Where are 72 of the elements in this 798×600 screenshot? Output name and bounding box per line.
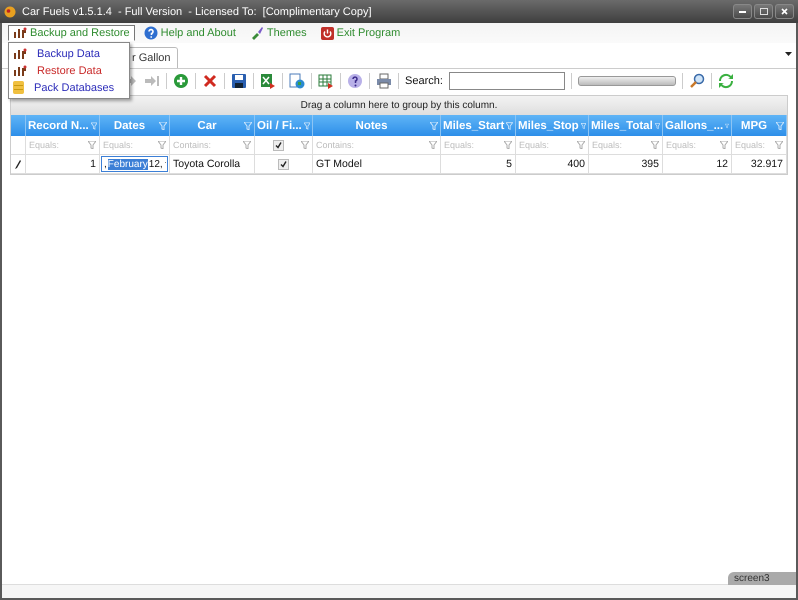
column-header[interactable]: Notes: [313, 115, 441, 136]
filter-field[interactable]: Equals:: [519, 140, 575, 150]
minimize-icon: [739, 10, 746, 12]
table-cell: 1: [26, 155, 100, 174]
app-icon: [4, 6, 16, 18]
filter-field[interactable]: Equals:: [444, 140, 502, 150]
save-icon[interactable]: [231, 73, 247, 89]
filter-field[interactable]: Equals:: [735, 140, 773, 150]
printer-icon[interactable]: [376, 73, 392, 89]
column-header[interactable]: MPG: [732, 115, 787, 136]
filter-icon[interactable]: [429, 141, 437, 149]
column-header[interactable]: Miles_Stop: [516, 115, 589, 136]
filter-field[interactable]: Equals:: [29, 140, 86, 150]
add-icon[interactable]: [173, 73, 189, 89]
table-cell: 32.917: [732, 155, 787, 174]
menu-item[interactable]: Exit Program: [316, 24, 406, 42]
column-header[interactable]: Gallons_...: [663, 115, 732, 136]
column-header[interactable]: Record N...: [26, 115, 100, 136]
table-cell: 395: [589, 155, 663, 174]
filter-icon[interactable]: [504, 141, 512, 149]
help-icon: [144, 26, 158, 40]
filter-icon[interactable]: [243, 141, 251, 149]
search-label: Search:: [405, 75, 443, 87]
table-cell: 400: [516, 155, 589, 174]
window-title: Car Fuels v1.5.1.4 - Full Version - Licensed To: [Complimentary Copy]: [22, 6, 372, 18]
filter-icon[interactable]: [88, 141, 96, 149]
brush-icon: [250, 26, 264, 40]
filter-icon[interactable]: [158, 141, 166, 149]
table-cell: 5: [441, 155, 516, 174]
dropdown-item[interactable]: Pack Databases: [9, 79, 129, 96]
maximize-button[interactable]: [754, 4, 773, 19]
column-header[interactable]: Miles_Total: [589, 115, 663, 136]
menu-item[interactable]: Backup and Restore: [8, 25, 135, 41]
search-icon[interactable]: [688, 73, 705, 89]
close-icon: [781, 8, 788, 15]
filter-icon[interactable]: [720, 141, 728, 149]
menu-item[interactable]: Help and About: [138, 24, 241, 42]
search-field[interactable]: [448, 72, 565, 90]
date-picker-field[interactable]: ,February12,: [101, 156, 168, 172]
filter-field[interactable]: Equals:: [592, 140, 649, 150]
table-cell: GT Model: [313, 155, 441, 174]
row-checkbox[interactable]: [278, 158, 289, 170]
group-panel-hint: Drag a column here to group by this column.: [300, 100, 498, 111]
filter-field[interactable]: Equals:: [103, 140, 156, 150]
screen-tab[interactable]: screen3: [728, 572, 796, 585]
column-header[interactable]: Dates: [100, 115, 170, 136]
filter-field[interactable]: Contains:: [173, 140, 241, 150]
help-icon[interactable]: [347, 73, 363, 89]
minimize-button[interactable]: [733, 4, 752, 19]
delete-icon[interactable]: [202, 73, 218, 89]
table-cell: 12: [663, 155, 732, 174]
column-header[interactable]: Car: [170, 115, 255, 136]
filter-icon[interactable]: [301, 141, 309, 149]
database-icon: [13, 81, 24, 94]
column-header[interactable]: Oil / Fi...: [255, 115, 313, 136]
power-icon: [320, 26, 334, 40]
filter-field[interactable]: Contains:: [316, 140, 427, 150]
close-button[interactable]: [775, 4, 794, 19]
filter-icon[interactable]: [651, 141, 659, 149]
spreadsheet-export-icon[interactable]: [260, 73, 276, 89]
arrow-last-icon[interactable]: [144, 73, 160, 89]
column-header[interactable]: Miles_Start: [441, 115, 516, 136]
filter-checkbox[interactable]: [273, 140, 284, 150]
maximize-icon: [760, 8, 768, 15]
filter-field[interactable]: Equals:: [666, 140, 718, 150]
refresh-icon[interactable]: [718, 73, 734, 89]
filter-icon[interactable]: [775, 141, 783, 149]
filter-icon[interactable]: [577, 141, 585, 149]
table-cell: Toyota Corolla: [170, 155, 255, 174]
menu-item[interactable]: Themes: [244, 24, 312, 42]
grid-icon[interactable]: [318, 73, 334, 89]
caret-icon[interactable]: [785, 52, 792, 56]
